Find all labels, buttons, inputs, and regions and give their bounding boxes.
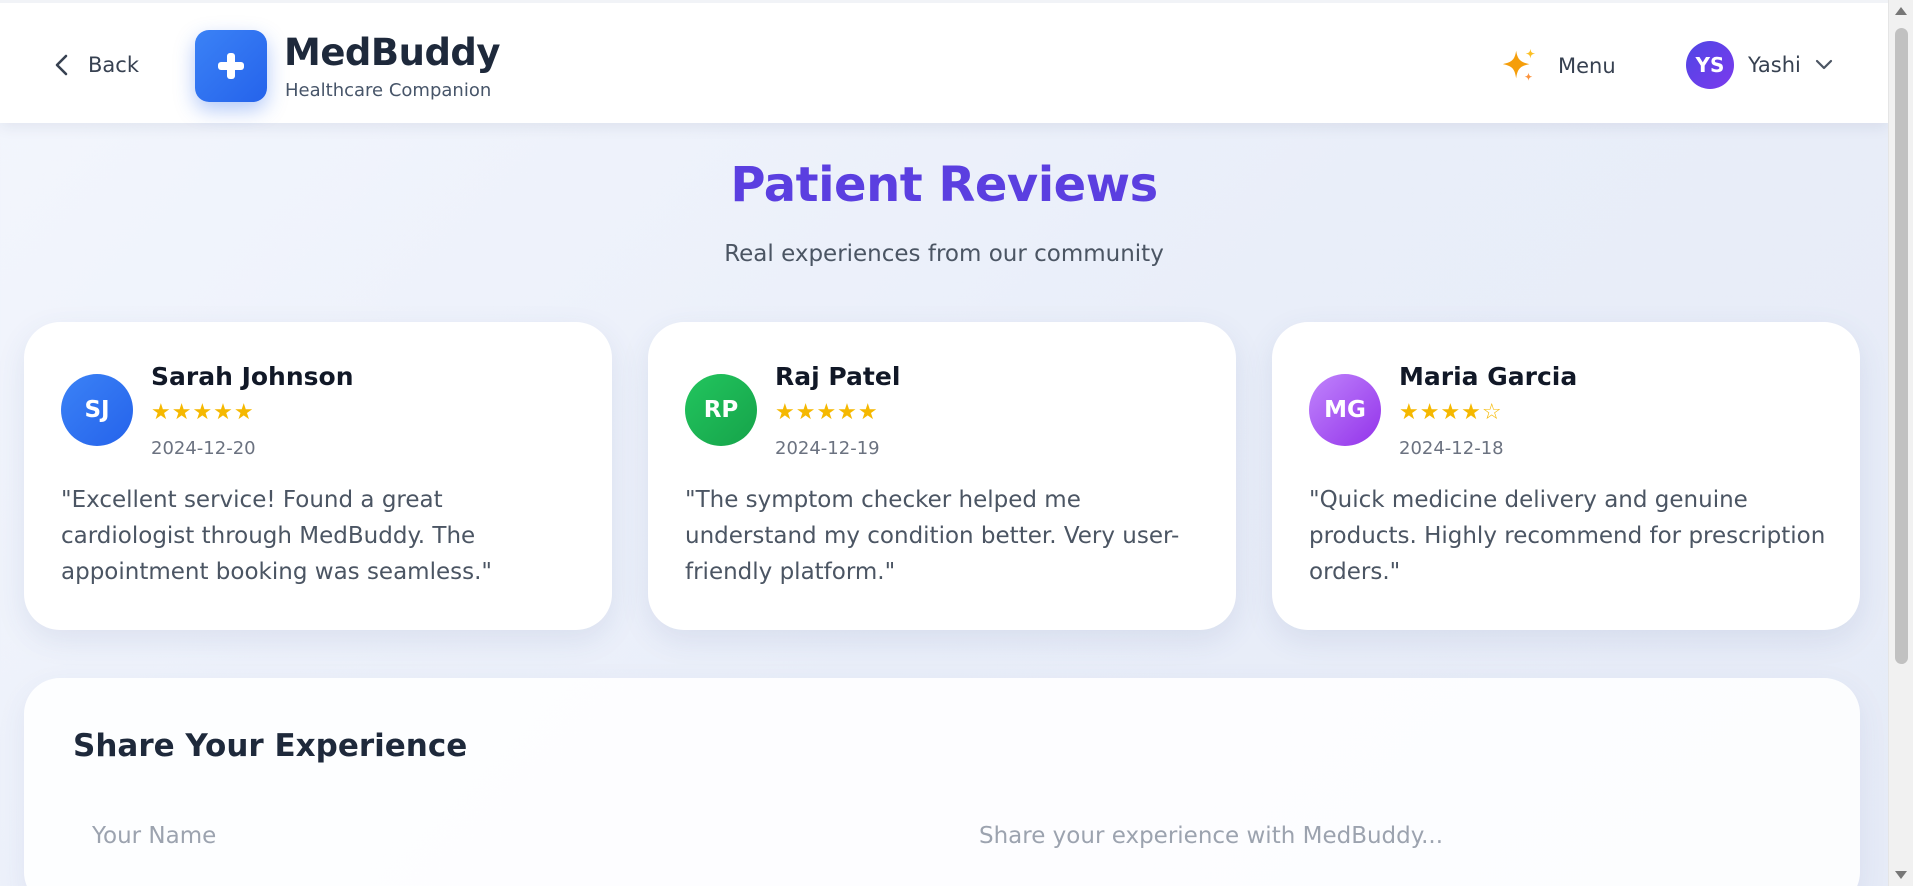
star-rating: ★★★★★ <box>775 400 879 425</box>
brand-name: MedBuddy <box>284 31 501 74</box>
experience-input[interactable] <box>979 806 1839 866</box>
star-rating: ★★★★☆ <box>1399 400 1503 425</box>
sparkles-icon <box>1502 48 1536 81</box>
name-input[interactable] <box>92 806 892 866</box>
reviewer-name: Sarah Johnson <box>151 362 354 391</box>
scroll-down-arrow-icon[interactable] <box>1895 871 1907 879</box>
star-rating: ★★★★★ <box>151 400 255 425</box>
reviewer-avatar: RP <box>685 374 757 446</box>
reviewer-avatar: SJ <box>61 374 133 446</box>
review-text: "Excellent service! Found a great cardio… <box>61 487 492 585</box>
user-menu-button[interactable]: YS Yashi <box>1686 41 1833 89</box>
page-title: Patient Reviews <box>730 157 1158 213</box>
review-card: SJ Sarah Johnson ★★★★★ 2024-12-20 "Excel… <box>24 322 612 630</box>
avatar: YS <box>1686 41 1734 89</box>
scroll-thumb[interactable] <box>1895 28 1908 664</box>
page-subtitle: Real experiences from our community <box>724 241 1164 267</box>
app-header: Back MedBuddy Healthcare Companion Menu … <box>0 0 1888 123</box>
review-text: "The symptom checker helped me understan… <box>685 487 1180 585</box>
brand-tagline: Healthcare Companion <box>285 80 492 101</box>
chevron-down-icon <box>1815 59 1832 70</box>
review-date: 2024-12-20 <box>151 438 256 459</box>
back-label: Back <box>88 53 139 77</box>
review-text: "Quick medicine delivery and genuine pro… <box>1309 487 1826 585</box>
reviewer-name: Maria Garcia <box>1399 362 1578 391</box>
back-button[interactable]: Back <box>52 48 139 82</box>
chevron-left-icon <box>55 54 68 76</box>
reviewer-name: Raj Patel <box>775 362 901 391</box>
menu-label: Menu <box>1558 54 1616 78</box>
scrollbar[interactable] <box>1888 0 1913 886</box>
user-name: Yashi <box>1748 53 1801 77</box>
review-date: 2024-12-19 <box>775 438 880 459</box>
medical-cross-icon <box>218 53 244 79</box>
review-date: 2024-12-18 <box>1399 438 1504 459</box>
share-experience-form: Share Your Experience <box>24 678 1860 886</box>
logo[interactable] <box>195 30 267 102</box>
menu-button[interactable]: Menu <box>1500 46 1616 86</box>
review-card: MG Maria Garcia ★★★★☆ 2024-12-18 "Quick … <box>1272 322 1860 630</box>
reviewer-avatar: MG <box>1309 374 1381 446</box>
review-card: RP Raj Patel ★★★★★ 2024-12-19 "The sympt… <box>648 322 1236 630</box>
share-title: Share Your Experience <box>73 728 468 764</box>
scroll-up-arrow-icon[interactable] <box>1895 7 1907 15</box>
